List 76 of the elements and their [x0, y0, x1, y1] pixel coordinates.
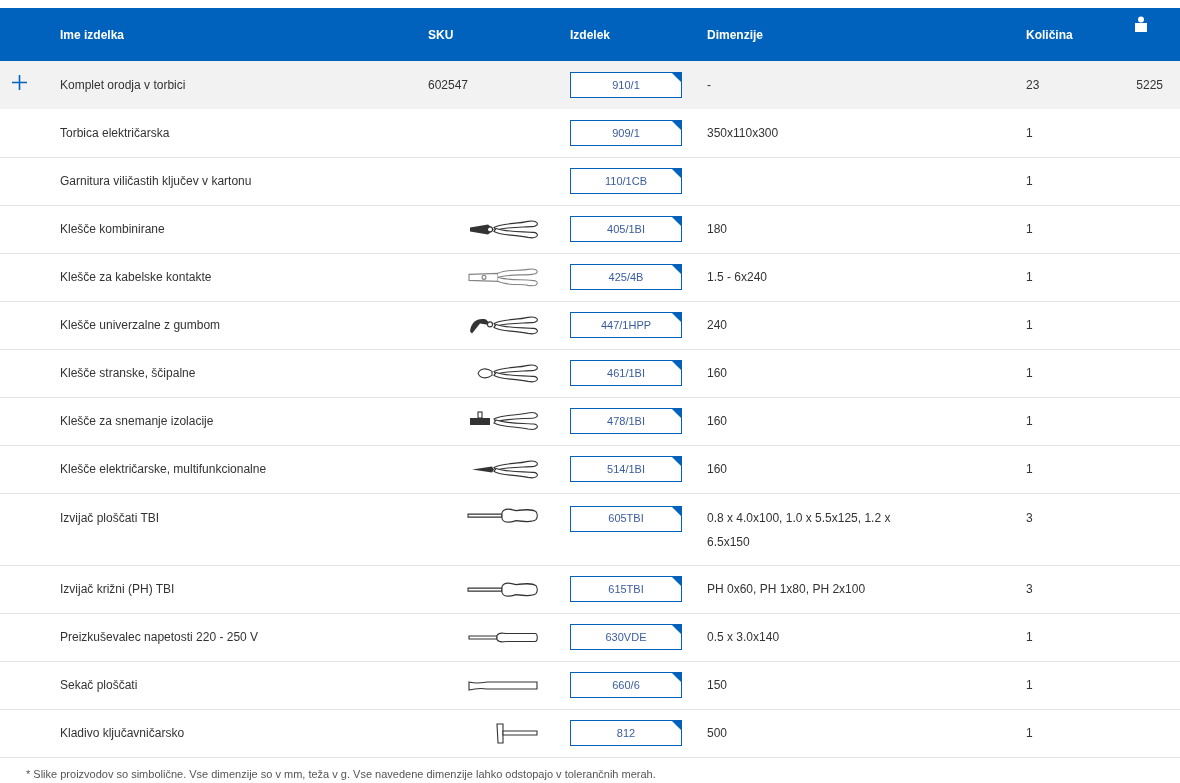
product-name: Torbica električarska [60, 124, 170, 142]
dimensions-text: 240 [707, 317, 728, 334]
product-name: Sekač ploščati [60, 677, 138, 694]
quantity-text: 1 [1026, 173, 1033, 190]
screwdriver-icon [466, 582, 538, 598]
dimensions-text: 0.5 x 3.0x140 [707, 629, 780, 646]
product-name: Preizkuševalec napetosti 220 - 250 V [60, 629, 259, 646]
quantity-text: 23 [1026, 77, 1040, 94]
product-code-button[interactable]: 447/1HPP [570, 312, 682, 338]
dimensions-text: 150 [707, 677, 728, 694]
pliers-icon [470, 459, 538, 479]
screwdriver-icon [467, 632, 538, 644]
weight-icon [1134, 15, 1148, 32]
product-code-button[interactable]: 812 [570, 720, 682, 746]
product-name: Klešče stranske, ščipalne [60, 365, 196, 382]
product-code-button[interactable]: 615TBI [570, 576, 682, 602]
pliers-icon [468, 411, 538, 431]
column-header: SKU [428, 26, 454, 44]
weight-text: 5225 [1136, 77, 1163, 94]
product-code-button[interactable]: 461/1BI [570, 360, 682, 386]
expand-button[interactable] [12, 75, 27, 90]
product-code-button[interactable]: 660/6 [570, 672, 682, 698]
quantity-text: 1 [1026, 677, 1033, 694]
screwdriver-icon [466, 507, 538, 523]
quantity-text: 1 [1026, 413, 1033, 430]
column-header: Količina [1026, 26, 1073, 44]
dimensions-text: 0.8 x 4.0x100, 1.0 x 5.5x125, 1.2 x 6.5x150 [707, 509, 892, 551]
product-code-button[interactable]: 910/1 [570, 72, 682, 98]
product-code-button[interactable]: 425/4B [570, 264, 682, 290]
quantity-text: 1 [1026, 725, 1033, 742]
quantity-text: 1 [1026, 317, 1033, 334]
column-header: Dimenzije [707, 26, 763, 44]
quantity-text: 1 [1026, 221, 1033, 238]
dimensions-text: 180 [707, 221, 728, 238]
hammer-icon [496, 722, 538, 744]
quantity-text: 3 [1026, 581, 1033, 598]
quantity-text: 1 [1026, 461, 1033, 478]
dimensions-text: 1.5 - 6x240 [707, 269, 768, 286]
column-header: Ime izdelka [60, 26, 125, 44]
footnote: * Slike proizvodov so simbolične. Vse dimenzije so v mm, teža v g. Vse navedene dimenzije lahko odstopajo v tolerančnih merah. [25, 766, 657, 782]
product-name: Izvijač ploščati TBI [60, 509, 160, 527]
product-code-button[interactable]: 605TBI [570, 505, 682, 532]
product-code-button[interactable]: 478/1BI [570, 408, 682, 434]
chisel-icon [468, 680, 538, 691]
product-code-button[interactable]: 110/1CB [570, 168, 682, 194]
product-name: Klešče za snemanje izolacije [60, 413, 214, 430]
pliers-icon [468, 315, 538, 335]
sku-number: 602547 [428, 77, 469, 94]
dimensions-text: 350x110x300 [707, 124, 779, 142]
dimensions-text: 160 [707, 461, 728, 478]
dimensions-text: PH 0x60, PH 1x80, PH 2x100 [707, 581, 866, 598]
product-name: Klešče električarske, multifunkcionalne [60, 461, 267, 478]
product-name: Garnitura viličastih ključev v kartonu [60, 173, 252, 190]
product-name: Klešče kombinirane [60, 221, 165, 238]
dimensions-text: 500 [707, 725, 728, 742]
quantity-text: 1 [1026, 365, 1033, 382]
product-code-button[interactable]: 909/1 [570, 119, 682, 146]
pliers-icon [468, 219, 538, 239]
product-name: Klešče univerzalne z gumbom [60, 317, 221, 334]
dimensions-text: 160 [707, 413, 728, 430]
product-code-button[interactable]: 630VDE [570, 624, 682, 650]
quantity-text: 1 [1026, 124, 1033, 142]
product-name: Izvijač križni (PH) TBI [60, 581, 175, 598]
quantity-text: 1 [1026, 269, 1033, 286]
product-name: Komplet orodja v torbici [60, 77, 186, 94]
pliers-icon [467, 267, 538, 287]
product-code-button[interactable]: 514/1BI [570, 456, 682, 482]
dimensions-text: 160 [707, 365, 728, 382]
product-name: Kladivo ključavničarsko [60, 725, 185, 742]
column-header: Izdelek [570, 26, 611, 44]
quantity-text: 1 [1026, 629, 1033, 646]
product-name: Klešče za kabelske kontakte [60, 269, 212, 286]
quantity-text: 3 [1026, 509, 1033, 527]
dimensions-text: - [707, 77, 711, 94]
pliers-icon [476, 363, 538, 383]
product-code-button[interactable]: 405/1BI [570, 216, 682, 242]
